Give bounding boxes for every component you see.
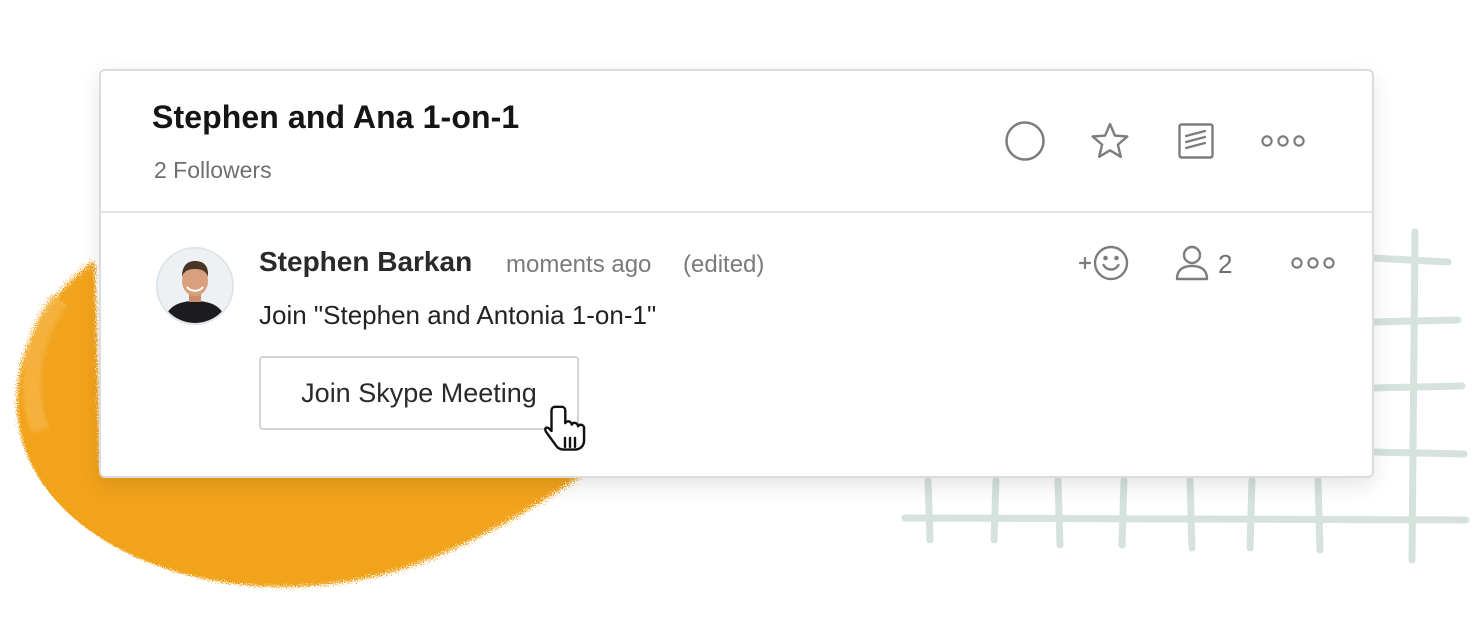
complete-circle-icon[interactable] xyxy=(1003,119,1047,163)
task-header: Stephen and Ana 1-on-1 2 Followers xyxy=(101,71,1372,213)
comment-timestamp: moments ago xyxy=(506,251,652,278)
edited-label: (edited) xyxy=(683,251,765,278)
avatar[interactable] xyxy=(156,247,234,325)
comment-author[interactable]: Stephen Barkan xyxy=(259,246,472,278)
task-card: Stephen and Ana 1-on-1 2 Followers Steph… xyxy=(99,69,1374,478)
more-horizontal-icon[interactable] xyxy=(1259,119,1307,163)
followers-count[interactable]: 2 Followers xyxy=(154,157,272,184)
note-icon[interactable] xyxy=(1174,119,1218,163)
comment-text: Join "Stephen and Antonia 1-on-1" xyxy=(259,300,657,330)
hand-pointer-cursor-icon xyxy=(544,405,586,451)
person-icon[interactable] xyxy=(1174,243,1210,283)
add-reaction-icon[interactable] xyxy=(1076,243,1134,283)
join-skype-meeting-button[interactable]: Join Skype Meeting xyxy=(259,356,579,430)
task-title: Stephen and Ana 1-on-1 xyxy=(152,99,520,135)
star-icon[interactable] xyxy=(1088,119,1132,163)
comment-more-icon[interactable] xyxy=(1289,243,1337,283)
comment-follower-count: 2 xyxy=(1218,249,1233,279)
